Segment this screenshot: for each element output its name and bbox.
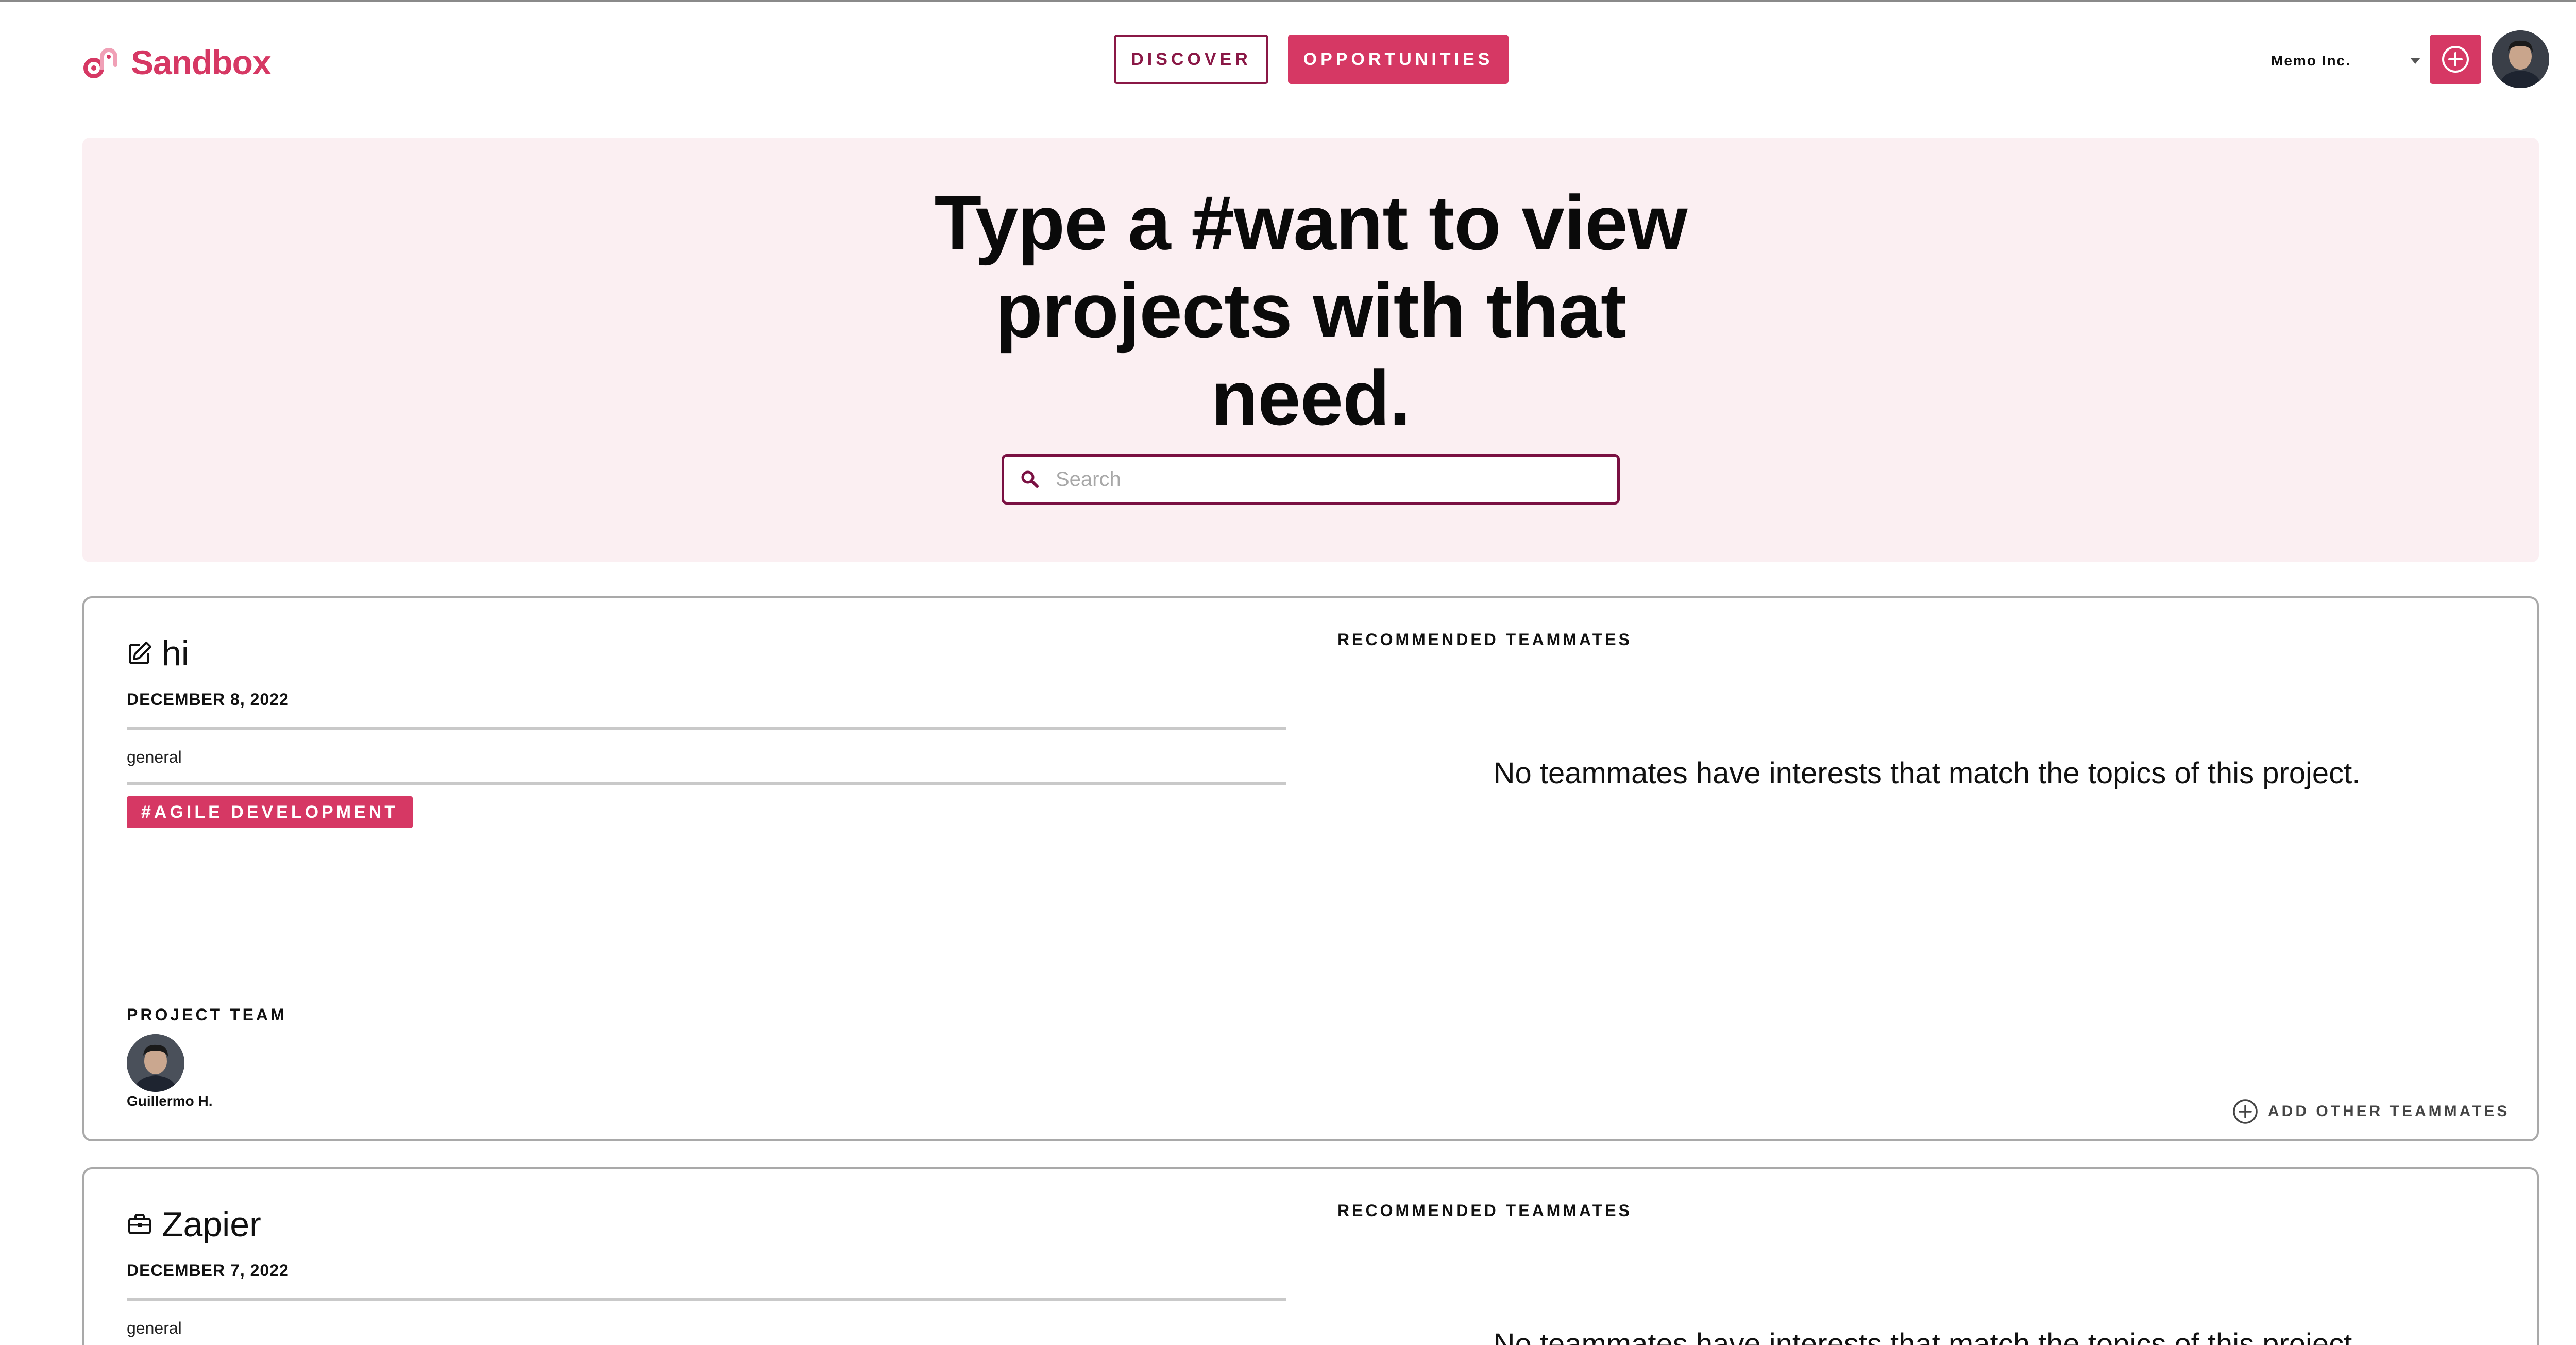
project-category: general [127,748,182,766]
recommended-empty-message: No teammates have interests that match t… [1493,1327,2361,1345]
search-icon [1021,470,1039,488]
search-box[interactable] [1002,454,1620,505]
divider [127,782,1286,785]
user-avatar[interactable] [2492,30,2549,88]
hero-search-panel: Type a #want to view projects with that … [82,138,2539,562]
create-project-button[interactable] [2430,35,2481,84]
plus-circle-icon [2233,1099,2258,1124]
add-other-teammates-button[interactable]: ADD OTHER TEAMMATES [2232,1096,2510,1127]
project-card: Zapier DECEMBER 7, 2022 general RECOMMEN… [82,1167,2539,1345]
divider [127,727,1286,730]
sandbox-app: Sandbox DISCOVER OPPORTUNITIES Memo Inc. [0,0,2576,1345]
organization-name: Memo Inc. [2271,53,2351,69]
project-title[interactable]: Zapier [162,1204,261,1245]
project-tag[interactable]: #AGILE DEVELOPMENT [127,796,413,828]
project-date: DECEMBER 8, 2022 [127,690,289,709]
plus-circle-icon [2442,46,2469,73]
opportunities-button[interactable]: OPPORTUNITIES [1288,35,1509,84]
project-title[interactable]: hi [162,633,189,674]
team-member-avatar[interactable] [127,1034,184,1092]
sandbox-logo[interactable]: Sandbox [83,42,272,83]
user-photo-icon [2492,30,2549,88]
team-member-name: Guillermo H. [127,1093,213,1109]
search-input[interactable] [1055,461,1598,498]
recommended-empty-message: No teammates have interests that match t… [1493,756,2361,790]
project-team-label: PROJECT TEAM [127,1005,287,1024]
recommended-teammates-label: RECOMMENDED TEAMMATES [1337,630,1632,649]
project-category: general [127,1319,182,1337]
edit-icon[interactable] [126,640,154,667]
chevron-down-icon [2410,58,2420,64]
briefcase-icon [128,1214,151,1234]
project-date: DECEMBER 7, 2022 [127,1261,289,1280]
divider [127,1298,1286,1301]
recommended-teammates-label: RECOMMENDED TEAMMATES [1337,1201,1632,1220]
project-card: hi DECEMBER 8, 2022 general #AGILE DEVEL… [82,596,2539,1141]
discover-button[interactable]: DISCOVER [1114,35,1268,84]
project-header: Zapier [126,1201,261,1248]
project-header: hi [126,630,189,677]
organization-dropdown[interactable]: Memo Inc. [2271,48,2420,74]
sandbox-logo-icon [83,48,117,78]
hero-title: Type a #want to view projects with that … [934,179,1688,441]
brand-name: Sandbox [131,43,272,81]
user-photo-icon [127,1034,184,1092]
add-other-teammates-label: ADD OTHER TEAMMATES [2268,1103,2510,1120]
top-navigation: Sandbox DISCOVER OPPORTUNITIES Memo Inc. [0,2,2576,119]
